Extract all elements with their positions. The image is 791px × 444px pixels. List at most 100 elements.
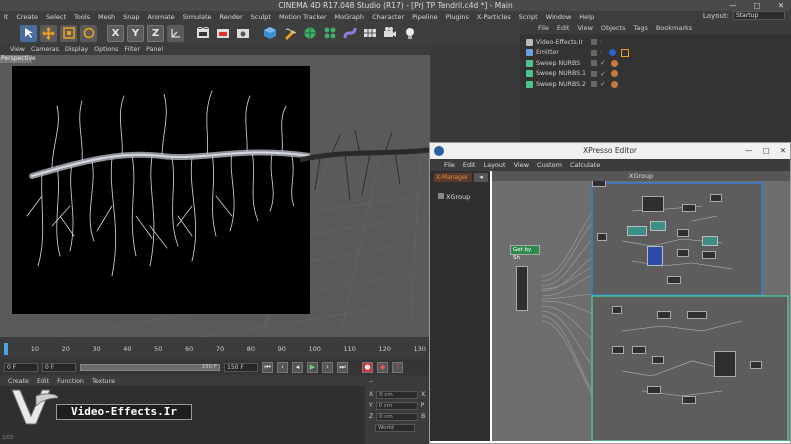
menu-item-simulate[interactable]: Simulate [179,13,216,21]
end-frame-field[interactable]: 150 F [224,362,258,372]
object-row[interactable]: Sweep NURBS ✓ [520,58,791,69]
xpresso-node[interactable] [647,246,663,266]
xgroup-tree-item[interactable]: XGroup [438,193,470,201]
x-manager-tab[interactable]: X-Manager [434,173,472,182]
menu-item-x-particles[interactable]: X-Particles [473,13,515,21]
xpresso-menu-edit[interactable]: Edit [463,161,476,169]
visibility-toggle[interactable] [591,60,597,67]
move-tool-icon[interactable] [40,24,57,42]
enabled-check-icon[interactable]: ✓ [600,80,606,88]
xpresso-node[interactable] [702,251,716,259]
visibility-toggle[interactable] [591,39,597,46]
xpresso-node[interactable] [682,396,696,404]
position-x-field[interactable]: 0 cm [376,390,419,399]
menu-item-pipeline[interactable]: Pipeline [408,13,441,21]
close-button[interactable]: ✕ [773,0,789,11]
object-row[interactable]: Video-Effects.Ir · [520,37,791,48]
xpresso-node[interactable] [702,236,718,246]
xpresso-node[interactable] [632,346,646,354]
xpresso-tag-icon[interactable] [621,48,630,57]
objmgr-menu-view[interactable]: View [577,24,592,32]
enabled-check-icon[interactable]: · [600,49,602,57]
menu-item-script[interactable]: Script [515,13,542,21]
pin-icon[interactable]: ◂ [474,173,488,182]
rotate-tool-icon[interactable] [80,24,97,42]
objmgr-menu-bookmarks[interactable]: Bookmarks [656,24,692,32]
timeline-ruler[interactable]: 0 10 20 30 40 50 60 70 80 90 100 110 120… [0,345,430,357]
coordinate-mode-select[interactable]: World [375,423,415,432]
position-z-field[interactable]: 0 cm [376,412,419,421]
play-backwards-button[interactable]: ◂ [292,361,303,373]
menu-item-sculpt[interactable]: Sculpt [247,13,275,21]
xpresso-node[interactable] [612,306,622,314]
go-to-end-button[interactable]: ⏭ [337,361,348,373]
viewport-menu-options[interactable]: Options [94,46,118,53]
xpresso-minimize-button[interactable]: — [745,143,753,159]
objmgr-menu-file[interactable]: File [538,24,549,32]
material-tag-icon[interactable] [610,59,618,67]
xpresso-menu-file[interactable]: File [444,161,455,169]
xpresso-node[interactable] [657,311,671,319]
xpresso-menu-calculate[interactable]: Calculate [570,161,600,169]
material-tag-icon[interactable] [610,80,618,88]
array-icon[interactable] [321,24,338,42]
floor-grid-icon[interactable] [361,24,378,42]
menu-item-character[interactable]: Character [368,13,408,21]
menu-item-mograph[interactable]: MoGraph [331,13,369,21]
xpresso-node[interactable] [750,361,762,369]
material-tag-icon[interactable] [610,70,618,78]
menu-item-create[interactable]: Create [12,13,42,21]
xpresso-node[interactable] [597,233,607,241]
menu-item-help[interactable]: Help [575,13,598,21]
enabled-check-icon[interactable]: · [600,38,602,46]
xpresso-close-button[interactable]: ✕ [780,143,786,159]
scale-tool-icon[interactable] [60,24,77,42]
viewport-menu-view[interactable]: View [10,46,25,53]
previous-frame-button[interactable]: ‹ [277,361,288,373]
xpresso-node[interactable] [516,266,528,311]
pen-spline-icon[interactable] [281,24,298,42]
light-icon[interactable] [401,24,418,42]
enabled-check-icon[interactable]: ✓ [600,70,606,78]
minimize-button[interactable]: — [725,0,741,11]
xpresso-node[interactable] [710,194,722,202]
menu-item-edit[interactable]: lt [0,13,12,21]
visibility-toggle[interactable] [591,70,597,77]
xpresso-node[interactable] [642,196,664,212]
xpresso-node[interactable] [682,204,696,212]
keyframe-selection-button[interactable]: ? [392,361,403,373]
xpresso-node[interactable] [714,351,736,377]
visibility-toggle[interactable] [591,81,597,88]
xpresso-node[interactable] [650,221,666,231]
menu-item-animate[interactable]: Animate [144,13,179,21]
y-axis-lock-button[interactable]: Y [127,24,144,42]
xpresso-node[interactable] [677,249,689,257]
maximize-button[interactable]: □ [749,0,765,11]
z-axis-lock-button[interactable]: Z [147,24,164,42]
xpresso-menu-view[interactable]: View [514,161,529,169]
cube-icon[interactable] [261,24,278,42]
xpresso-node[interactable] [647,386,661,394]
x-axis-lock-button[interactable]: X [107,24,124,42]
menu-item-window[interactable]: Window [542,13,576,21]
menu-item-select[interactable]: Select [42,13,70,21]
menu-item-snap[interactable]: Snap [119,13,143,21]
coordinate-system-icon[interactable] [167,24,184,42]
menu-item-plugins[interactable]: Plugins [442,13,473,21]
xpresso-menu-custom[interactable]: Custom [537,161,562,169]
tag-icon[interactable] [609,49,617,57]
deformer-icon[interactable] [341,24,358,42]
viewport-menu-panel[interactable]: Panel [146,46,163,53]
objmgr-menu-tags[interactable]: Tags [633,24,647,32]
xpresso-node[interactable] [677,229,689,237]
menu-item-tools[interactable]: Tools [70,13,94,21]
viewport-menu-filter[interactable]: Filter [124,46,140,53]
object-row[interactable]: Sweep NURBS.2 ✓ [520,79,791,90]
menu-item-render[interactable]: Render [216,13,247,21]
menu-item-motion-tracker[interactable]: Motion Tracker [275,13,331,21]
menu-item-mesh[interactable]: Mesh [94,13,119,21]
objmgr-menu-edit[interactable]: Edit [557,24,570,32]
position-y-field[interactable]: 0 cm [375,401,418,410]
xpresso-node-canvas[interactable]: Get by Sh [492,171,790,441]
xpresso-node[interactable] [652,356,664,364]
